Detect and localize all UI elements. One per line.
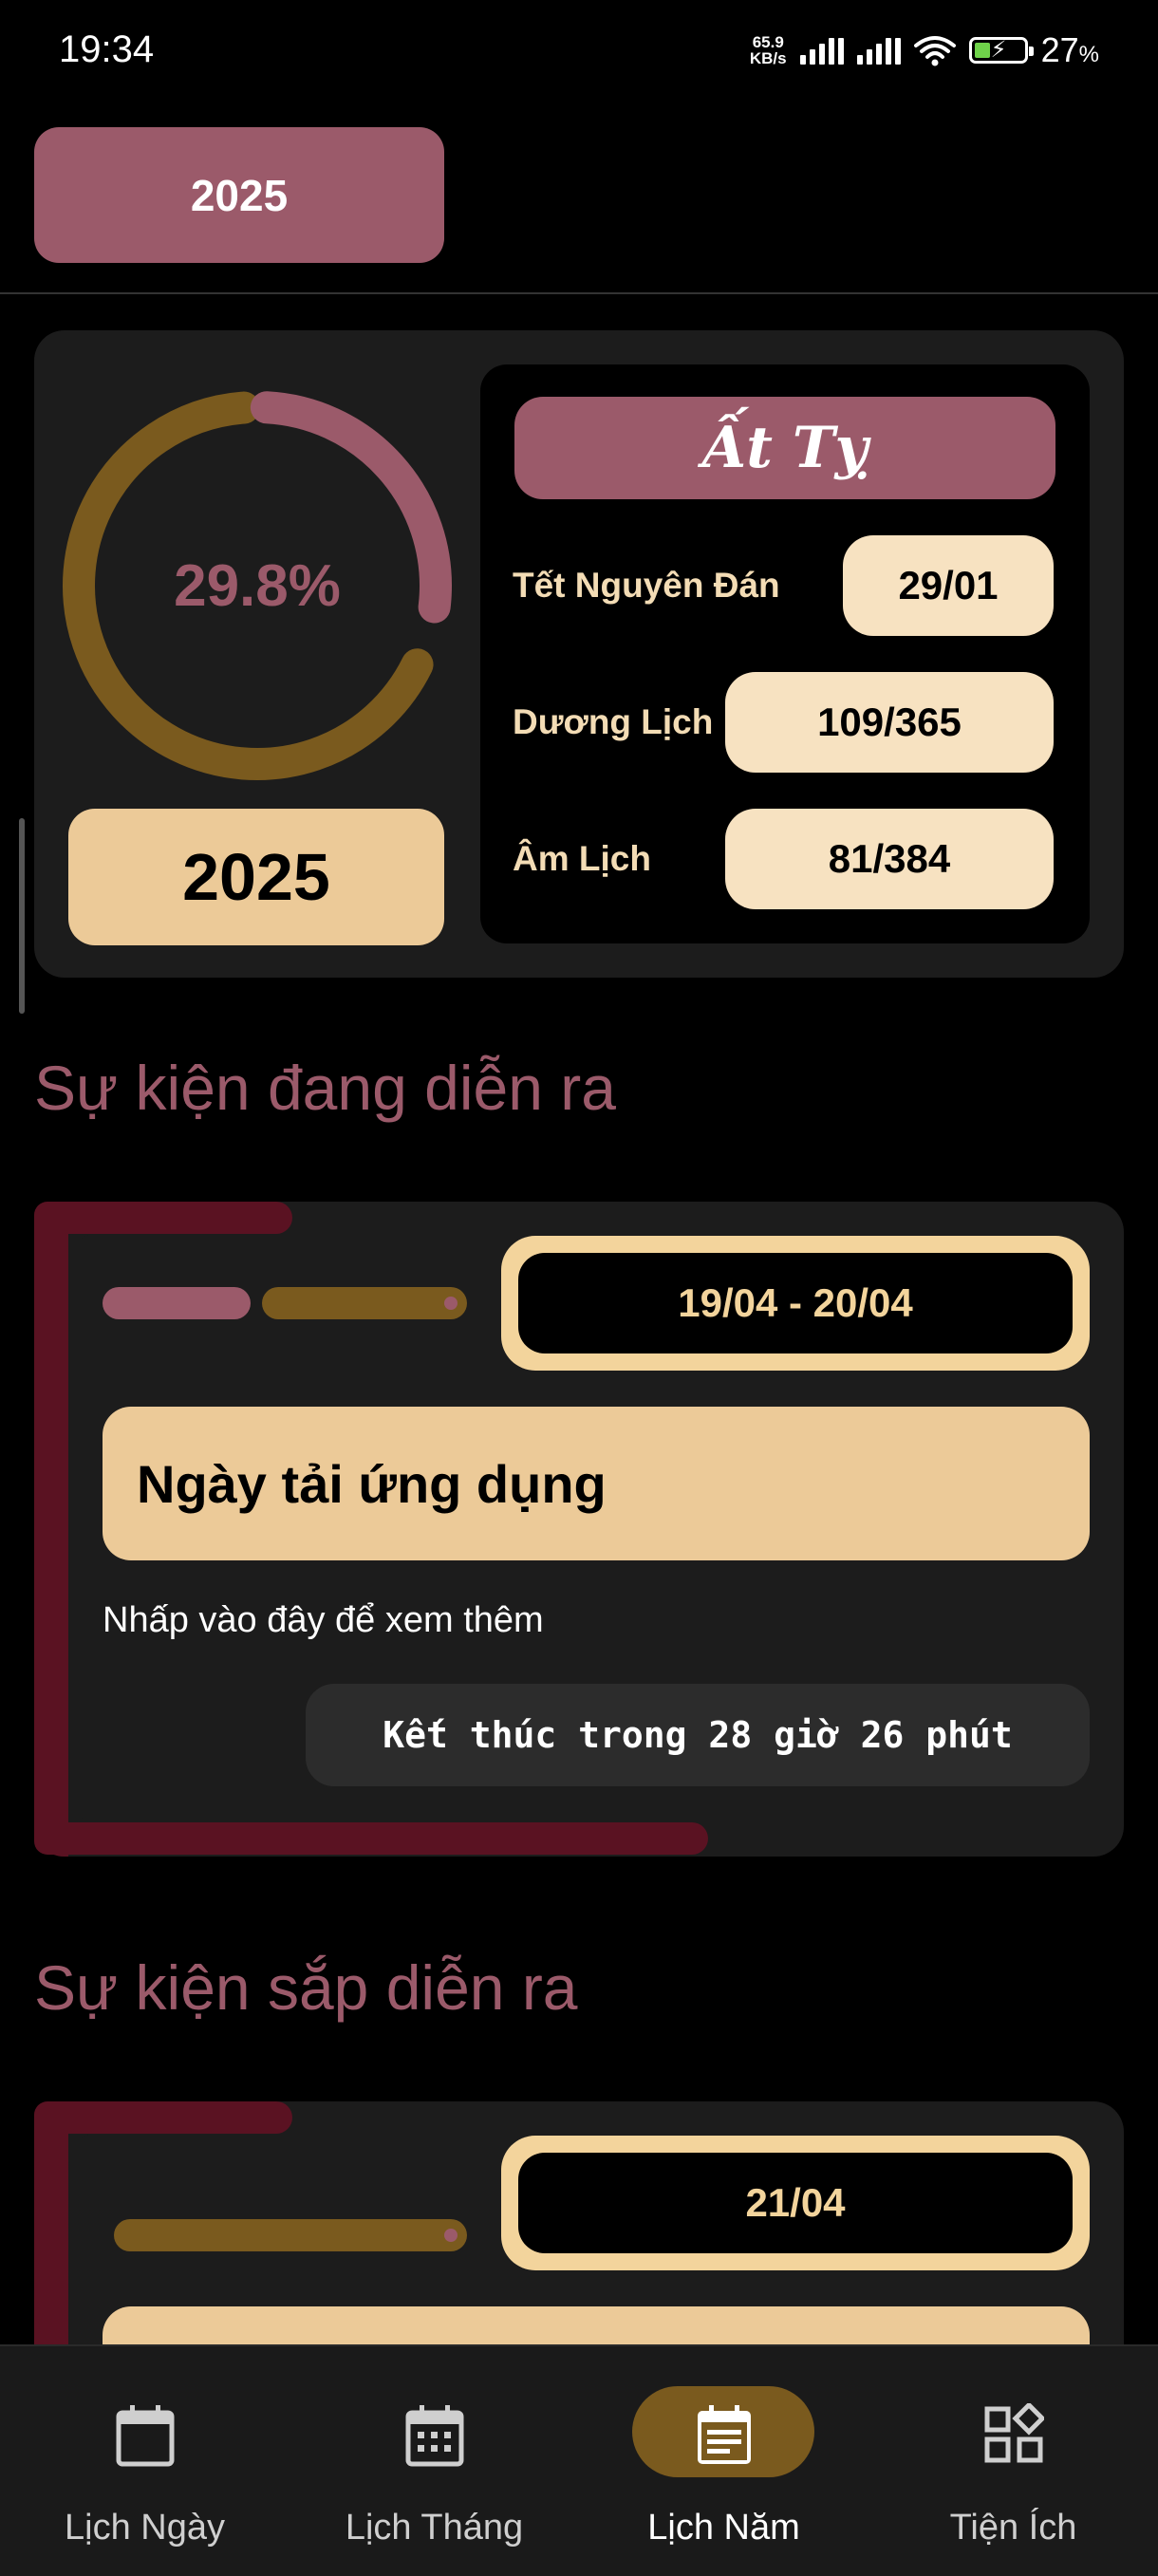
can-chi-badge: Ất Tỵ xyxy=(514,397,1055,499)
event-bracket-inner xyxy=(68,1234,106,1822)
net-speed-unit: KB/s xyxy=(749,49,787,67)
info-value-tet: 29/01 xyxy=(843,535,1054,636)
info-value-duong-lich: 109/365 xyxy=(725,672,1054,773)
info-label-duong-lich: Dương Lịch xyxy=(513,702,714,741)
year-selector-button[interactable]: 2025 xyxy=(34,127,444,263)
section-title-ongoing: Sự kiện đang diễn ra xyxy=(34,1053,616,1123)
calendar-month-icon xyxy=(405,2405,463,2467)
section-title-upcoming: Sự kiện sắp diễn ra xyxy=(34,1952,578,2023)
nav-label-lich-ngay: Lịch Ngày xyxy=(65,2508,225,2548)
nav-item-lich-thang[interactable]: Lịch Tháng xyxy=(290,2344,579,2574)
upcoming-bracket-top xyxy=(34,2101,292,2134)
status-time: 19:34 xyxy=(59,28,155,70)
event-more-link[interactable]: Nhấp vào đây để xem thêm xyxy=(103,1600,544,1641)
event-bracket-top xyxy=(34,1202,292,1234)
status-icons: 65.9 KB/s ⚡ 27% xyxy=(750,30,1099,70)
widgets-icon xyxy=(984,2403,1044,2463)
event-date-range: 19/04 - 20/04 xyxy=(518,1253,1073,1353)
header-divider xyxy=(0,292,1158,294)
wifi-icon xyxy=(913,36,956,66)
event-bracket-bottom xyxy=(34,1822,708,1855)
event-title[interactable]: Ngày tải ứng dụng xyxy=(103,1407,1090,1560)
summary-year: 2025 xyxy=(68,809,444,945)
battery-unit: % xyxy=(1078,42,1099,67)
nav-label-lich-thang: Lịch Tháng xyxy=(345,2508,524,2548)
nav-label-tien-ich: Tiện Ích xyxy=(949,2508,1077,2548)
battery-percent: 27% xyxy=(1041,30,1099,70)
year-progress-percent: 29.8% xyxy=(174,552,341,619)
nav-item-lich-ngay[interactable]: Lịch Ngày xyxy=(0,2344,290,2574)
net-speed: 65.9 KB/s xyxy=(750,34,787,66)
net-speed-value: 65.9 xyxy=(752,33,784,51)
nav-item-tien-ich[interactable]: Tiện Ích xyxy=(868,2344,1158,2574)
upcoming-bracket xyxy=(34,2101,68,2386)
upcoming-date: 21/04 xyxy=(518,2153,1073,2253)
battery-icon: ⚡ xyxy=(968,37,1034,64)
event-progress-remaining xyxy=(262,1287,467,1319)
info-value-am-lich: 81/384 xyxy=(725,809,1054,909)
event-progress-elapsed xyxy=(103,1287,251,1319)
info-label-am-lich: Âm Lịch xyxy=(513,839,651,878)
calendar-day-icon xyxy=(116,2405,174,2467)
upcoming-progress-bar xyxy=(114,2219,467,2251)
event-countdown: Kết thúc trong 28 giờ 26 phút xyxy=(306,1684,1090,1786)
event-bracket xyxy=(34,1202,68,1857)
scrollbar[interactable] xyxy=(19,818,25,1014)
battery-value: 27 xyxy=(1040,30,1079,69)
info-label-tet: Tết Nguyên Đán xyxy=(513,566,780,605)
signal-icon xyxy=(799,36,844,65)
nav-item-lich-nam[interactable]: Lịch Năm xyxy=(579,2344,868,2574)
calendar-year-icon xyxy=(697,2405,751,2464)
signal-icon-2 xyxy=(856,36,901,65)
nav-label-lich-nam: Lịch Năm xyxy=(647,2508,800,2548)
